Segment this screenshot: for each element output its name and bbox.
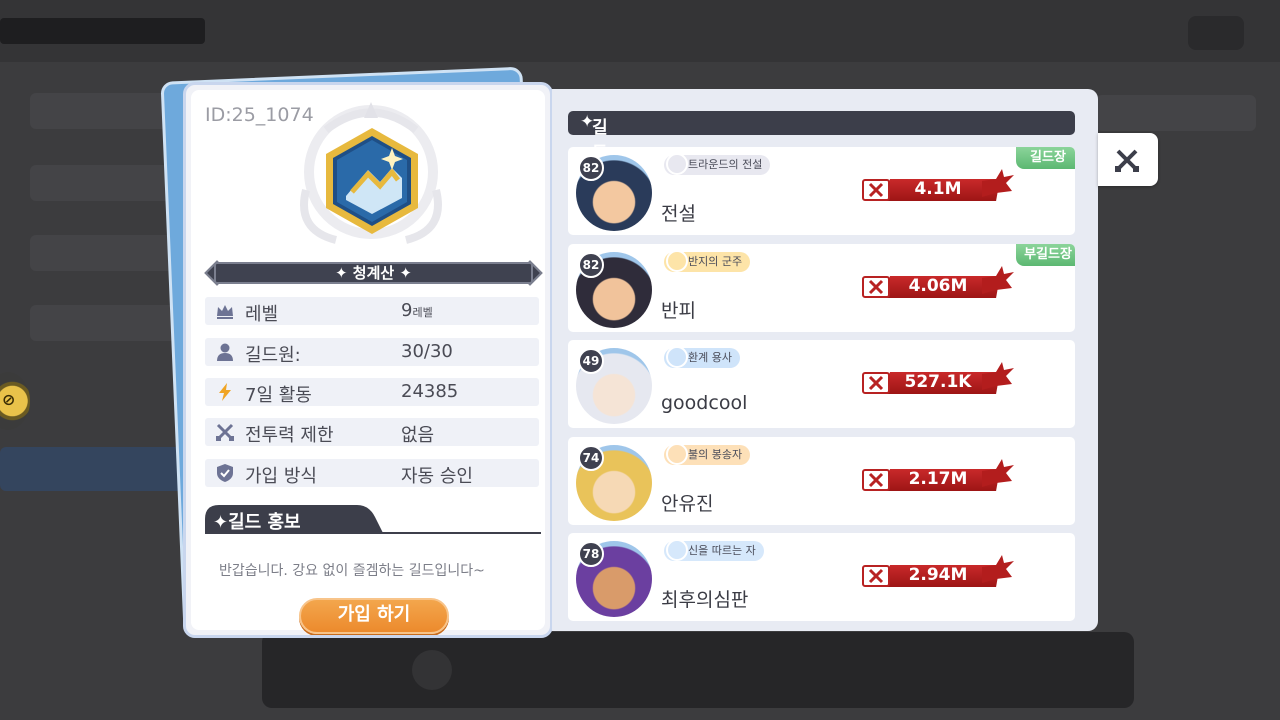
- stat-label: 레벨: [245, 304, 279, 325]
- stat-row-activity: 7일 활동 24385: [205, 378, 539, 406]
- title-badge-icon: [666, 153, 688, 175]
- combat-power-value: 527.1K: [904, 372, 972, 392]
- background-sidebar: [0, 85, 200, 491]
- member-title-badge: 신을 따르는 자: [664, 539, 764, 561]
- title-badge-icon: [666, 346, 688, 368]
- stat-value: 없음: [401, 425, 435, 446]
- crossed-swords-icon: [862, 565, 890, 587]
- member-role-tag: 길드장: [1016, 147, 1075, 169]
- stat-value: 24385: [401, 381, 459, 402]
- stat-label: 길드원:: [245, 345, 301, 366]
- person-icon: [217, 343, 233, 361]
- member-title-badge: 환계 용사: [664, 346, 740, 368]
- title-badge-icon: [666, 249, 688, 272]
- crossed-swords-icon: [862, 275, 890, 298]
- power-flare-icon: [982, 555, 1014, 583]
- member-role-tag: 부길드장: [1016, 243, 1075, 266]
- stat-value: 9레벨: [401, 300, 433, 321]
- lightning-icon: [219, 383, 231, 401]
- member-title: 반지의 군주: [688, 254, 743, 268]
- member-row[interactable]: 74 불의 봉송자 안유진 2.17M: [568, 436, 1075, 525]
- member-level-badge: 82: [578, 155, 604, 181]
- combat-power: 2.17M: [862, 458, 1014, 493]
- member-title: 트라운드의 전설: [688, 158, 763, 171]
- member-name: 안유진: [661, 492, 714, 515]
- member-name: 최후의심판: [661, 589, 749, 611]
- combat-power: 4.06M: [862, 265, 1014, 300]
- promo-title: 길드 홍보: [228, 512, 301, 533]
- member-title-badge: 반지의 군주: [664, 249, 751, 272]
- members-header: ✦ 길드원:: [568, 111, 1075, 188]
- join-button[interactable]: 가입 하기: [299, 598, 449, 634]
- background-sidebar-row: [30, 93, 180, 129]
- background-sidebar-row: [30, 305, 180, 341]
- combat-power-value: 4.06M: [908, 275, 968, 296]
- combat-power-value: 2.17M: [908, 468, 968, 489]
- member-title: 환계 용사: [688, 351, 732, 364]
- power-flare-icon: [982, 169, 1014, 197]
- combat-power: 4.1M: [862, 169, 1014, 203]
- member-title-badge: 트라운드의 전설: [664, 153, 771, 175]
- member-row[interactable]: 82 반지의 군주 반피 4.06M 부길드장: [568, 243, 1075, 332]
- members-panel: ✦ 길드원: 82 트라운드의 전설 전설 4.1M 길드장 82 반지의 군주…: [552, 89, 1098, 631]
- power-flare-icon: [982, 458, 1014, 487]
- stat-value: 자동 승인: [401, 466, 473, 487]
- background-sidebar-row: [30, 235, 180, 271]
- member-row[interactable]: 78 신을 따르는 자 최후의심판 2.94M: [568, 533, 1075, 621]
- background-top-bar: [0, 0, 1280, 62]
- background-sidebar-row: [0, 447, 200, 491]
- power-flare-icon: [982, 265, 1014, 294]
- crossed-swords-icon: [862, 179, 890, 201]
- title-badge-icon: [666, 539, 688, 561]
- promo-text: 반갑습니다. 강요 없이 즐겜하는 길드입니다~: [219, 563, 485, 579]
- stat-row-members: 길드원: 30/30: [205, 338, 539, 366]
- member-title-badge: 불의 봉송자: [664, 442, 751, 465]
- combat-power-value: 2.94M: [908, 565, 968, 585]
- member-name: 전설: [661, 203, 696, 225]
- member-title: 신을 따르는 자: [688, 544, 756, 557]
- combat-power: 2.94M: [862, 555, 1014, 589]
- crossed-swords-icon: [216, 423, 234, 441]
- close-icon: [1115, 149, 1139, 172]
- stat-label: 가입 방식: [245, 466, 317, 487]
- combat-power-value: 4.1M: [914, 179, 962, 199]
- power-flare-icon: [982, 362, 1014, 390]
- combat-power: 527.1K: [862, 362, 1014, 396]
- member-level-badge: 74: [578, 444, 604, 471]
- guild-name: 청계산: [352, 264, 395, 282]
- stat-label: 7일 활동: [245, 385, 312, 406]
- guild-name-banner: ✦ 청계산 ✦: [204, 259, 543, 287]
- title-badge-icon: [666, 442, 688, 465]
- stat-value: 30/30: [401, 341, 453, 362]
- member-level-badge: 49: [578, 348, 604, 374]
- crown-icon: [217, 305, 233, 319]
- guild-emblem-icon: [326, 128, 418, 234]
- close-button[interactable]: [1098, 133, 1158, 186]
- background-title: [0, 18, 205, 44]
- stat-label: 전투력 제한: [245, 425, 334, 446]
- member-name: 반피: [661, 299, 696, 322]
- guild-info-card: ID:25_1074 ✦ 청계산 ✦ 레벨 9레벨 길드원: 30/30 7일 …: [183, 82, 553, 638]
- stat-row-join-method: 가입 방식 자동 승인: [205, 459, 539, 487]
- member-row[interactable]: 82 트라운드의 전설 전설 4.1M 길드장: [568, 147, 1075, 235]
- promo-divider: [205, 532, 541, 534]
- promo-section-header: ✦길드 홍보: [205, 505, 383, 533]
- stat-row-level: 레벨 9레벨: [205, 297, 539, 325]
- background-menu-button: [1188, 16, 1244, 50]
- background-right-row: [1096, 95, 1256, 131]
- member-name: goodcool: [661, 392, 748, 414]
- background-sidebar-row: [30, 165, 180, 201]
- stat-row-power-limit: 전투력 제한 없음: [205, 418, 539, 446]
- member-row[interactable]: 49 환계 용사 goodcool 527.1K: [568, 340, 1075, 428]
- crossed-swords-icon: [862, 468, 890, 491]
- member-level-badge: 78: [578, 541, 604, 567]
- member-title: 불의 봉송자: [688, 447, 743, 461]
- background-bottom-bar: [262, 632, 1134, 708]
- crossed-swords-icon: [862, 372, 890, 394]
- member-level-badge: 82: [578, 251, 604, 278]
- shield-icon: [217, 464, 233, 482]
